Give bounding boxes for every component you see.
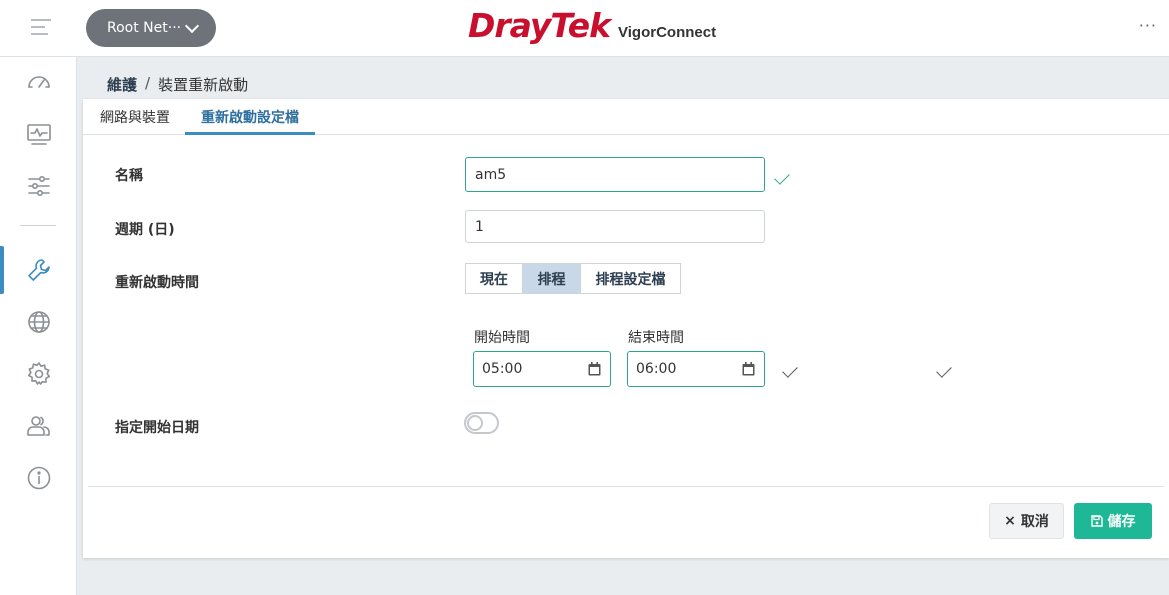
breadcrumb-separator: /	[145, 74, 151, 92]
sidebar-item-dashboard[interactable]	[0, 58, 77, 106]
reboot-mode-schedule-profile[interactable]: 排程設定檔	[581, 263, 681, 294]
reboot-time-mode-group: 現在 排程 排程設定檔	[465, 263, 681, 294]
users-icon	[26, 416, 50, 436]
gear-icon	[27, 362, 50, 385]
sidebar-item-monitor[interactable]	[0, 110, 77, 158]
start-time-valid-check-icon	[782, 362, 798, 378]
reboot-mode-now[interactable]: 現在	[465, 263, 523, 294]
sidebar-item-network[interactable]	[0, 298, 77, 346]
brand: DrayTek VigorConnect	[468, 6, 716, 45]
tab-bar: 網路與裝置 重新啟動設定檔	[83, 99, 1169, 135]
save-label: 儲存	[1107, 514, 1136, 530]
reboot-mode-schedule[interactable]: 排程	[523, 263, 581, 294]
sidebar	[0, 57, 77, 595]
network-selector-button[interactable]: Root Net···	[86, 9, 216, 47]
floppy-disk-icon	[1090, 515, 1103, 527]
save-button[interactable]: 儲存	[1074, 503, 1152, 539]
toggle-knob	[467, 415, 483, 431]
start-date-label: 指定開始日期	[115, 420, 199, 436]
wrench-icon	[27, 259, 50, 281]
sidebar-item-configuration[interactable]	[0, 162, 77, 210]
cancel-label: 取消	[1020, 514, 1049, 530]
end-time-value: 06:00	[636, 361, 677, 377]
reboot-profile-card: 網路與裝置 重新啟動設定檔 名稱 am5 週期 (日) 1 重新啟動時間 現在 …	[83, 99, 1169, 558]
name-input[interactable]: am5	[465, 157, 765, 192]
start-time-value: 05:00	[482, 361, 523, 377]
sidebar-divider	[20, 225, 56, 226]
more-options-icon[interactable]: ···	[1139, 16, 1157, 35]
network-selector-label: Root Net···	[107, 20, 182, 36]
top-bar: Root Net··· DrayTek VigorConnect ···	[0, 0, 1169, 57]
sidebar-item-maintenance[interactable]	[0, 246, 77, 294]
dashboard-icon	[27, 76, 50, 88]
breadcrumb-section[interactable]: 維護	[107, 74, 137, 95]
tab-reboot-profile[interactable]: 重新啟動設定檔	[185, 107, 315, 135]
globe-icon	[27, 311, 50, 333]
sidebar-item-about[interactable]	[0, 454, 77, 502]
period-input[interactable]: 1	[465, 210, 765, 243]
brand-product-name: VigorConnect	[618, 24, 717, 41]
end-time-input[interactable]: 06:00	[627, 351, 765, 387]
breadcrumb: 維護 / 裝置重新啟動	[107, 74, 248, 95]
info-icon	[27, 466, 50, 490]
start-time-input[interactable]: 05:00	[473, 351, 611, 387]
sidebar-item-users[interactable]	[0, 402, 77, 450]
breadcrumb-page: 裝置重新啟動	[158, 76, 249, 94]
menu-icon[interactable]	[31, 19, 51, 37]
end-time-label: 結束時間	[628, 330, 684, 346]
chevron-down-icon	[185, 18, 200, 33]
end-time-valid-check-icon	[936, 362, 952, 378]
reboot-time-label: 重新啟動時間	[115, 275, 199, 291]
start-time-label: 開始時間	[474, 330, 530, 346]
close-icon: ×	[1004, 513, 1016, 529]
name-label: 名稱	[115, 168, 143, 184]
settings-sliders-icon	[27, 176, 50, 196]
calendar-icon[interactable]	[742, 362, 755, 376]
start-date-toggle[interactable]	[464, 412, 499, 434]
cancel-button[interactable]: × 取消	[989, 503, 1064, 539]
brand-logo: DrayTek	[468, 6, 611, 45]
calendar-icon[interactable]	[588, 362, 601, 376]
tab-network-devices[interactable]: 網路與裝置	[84, 107, 186, 135]
period-label: 週期 (日)	[115, 222, 175, 238]
monitor-icon	[26, 124, 51, 145]
footer-divider	[88, 486, 1164, 487]
name-valid-check-icon	[774, 169, 790, 185]
sidebar-item-settings[interactable]	[0, 350, 77, 398]
